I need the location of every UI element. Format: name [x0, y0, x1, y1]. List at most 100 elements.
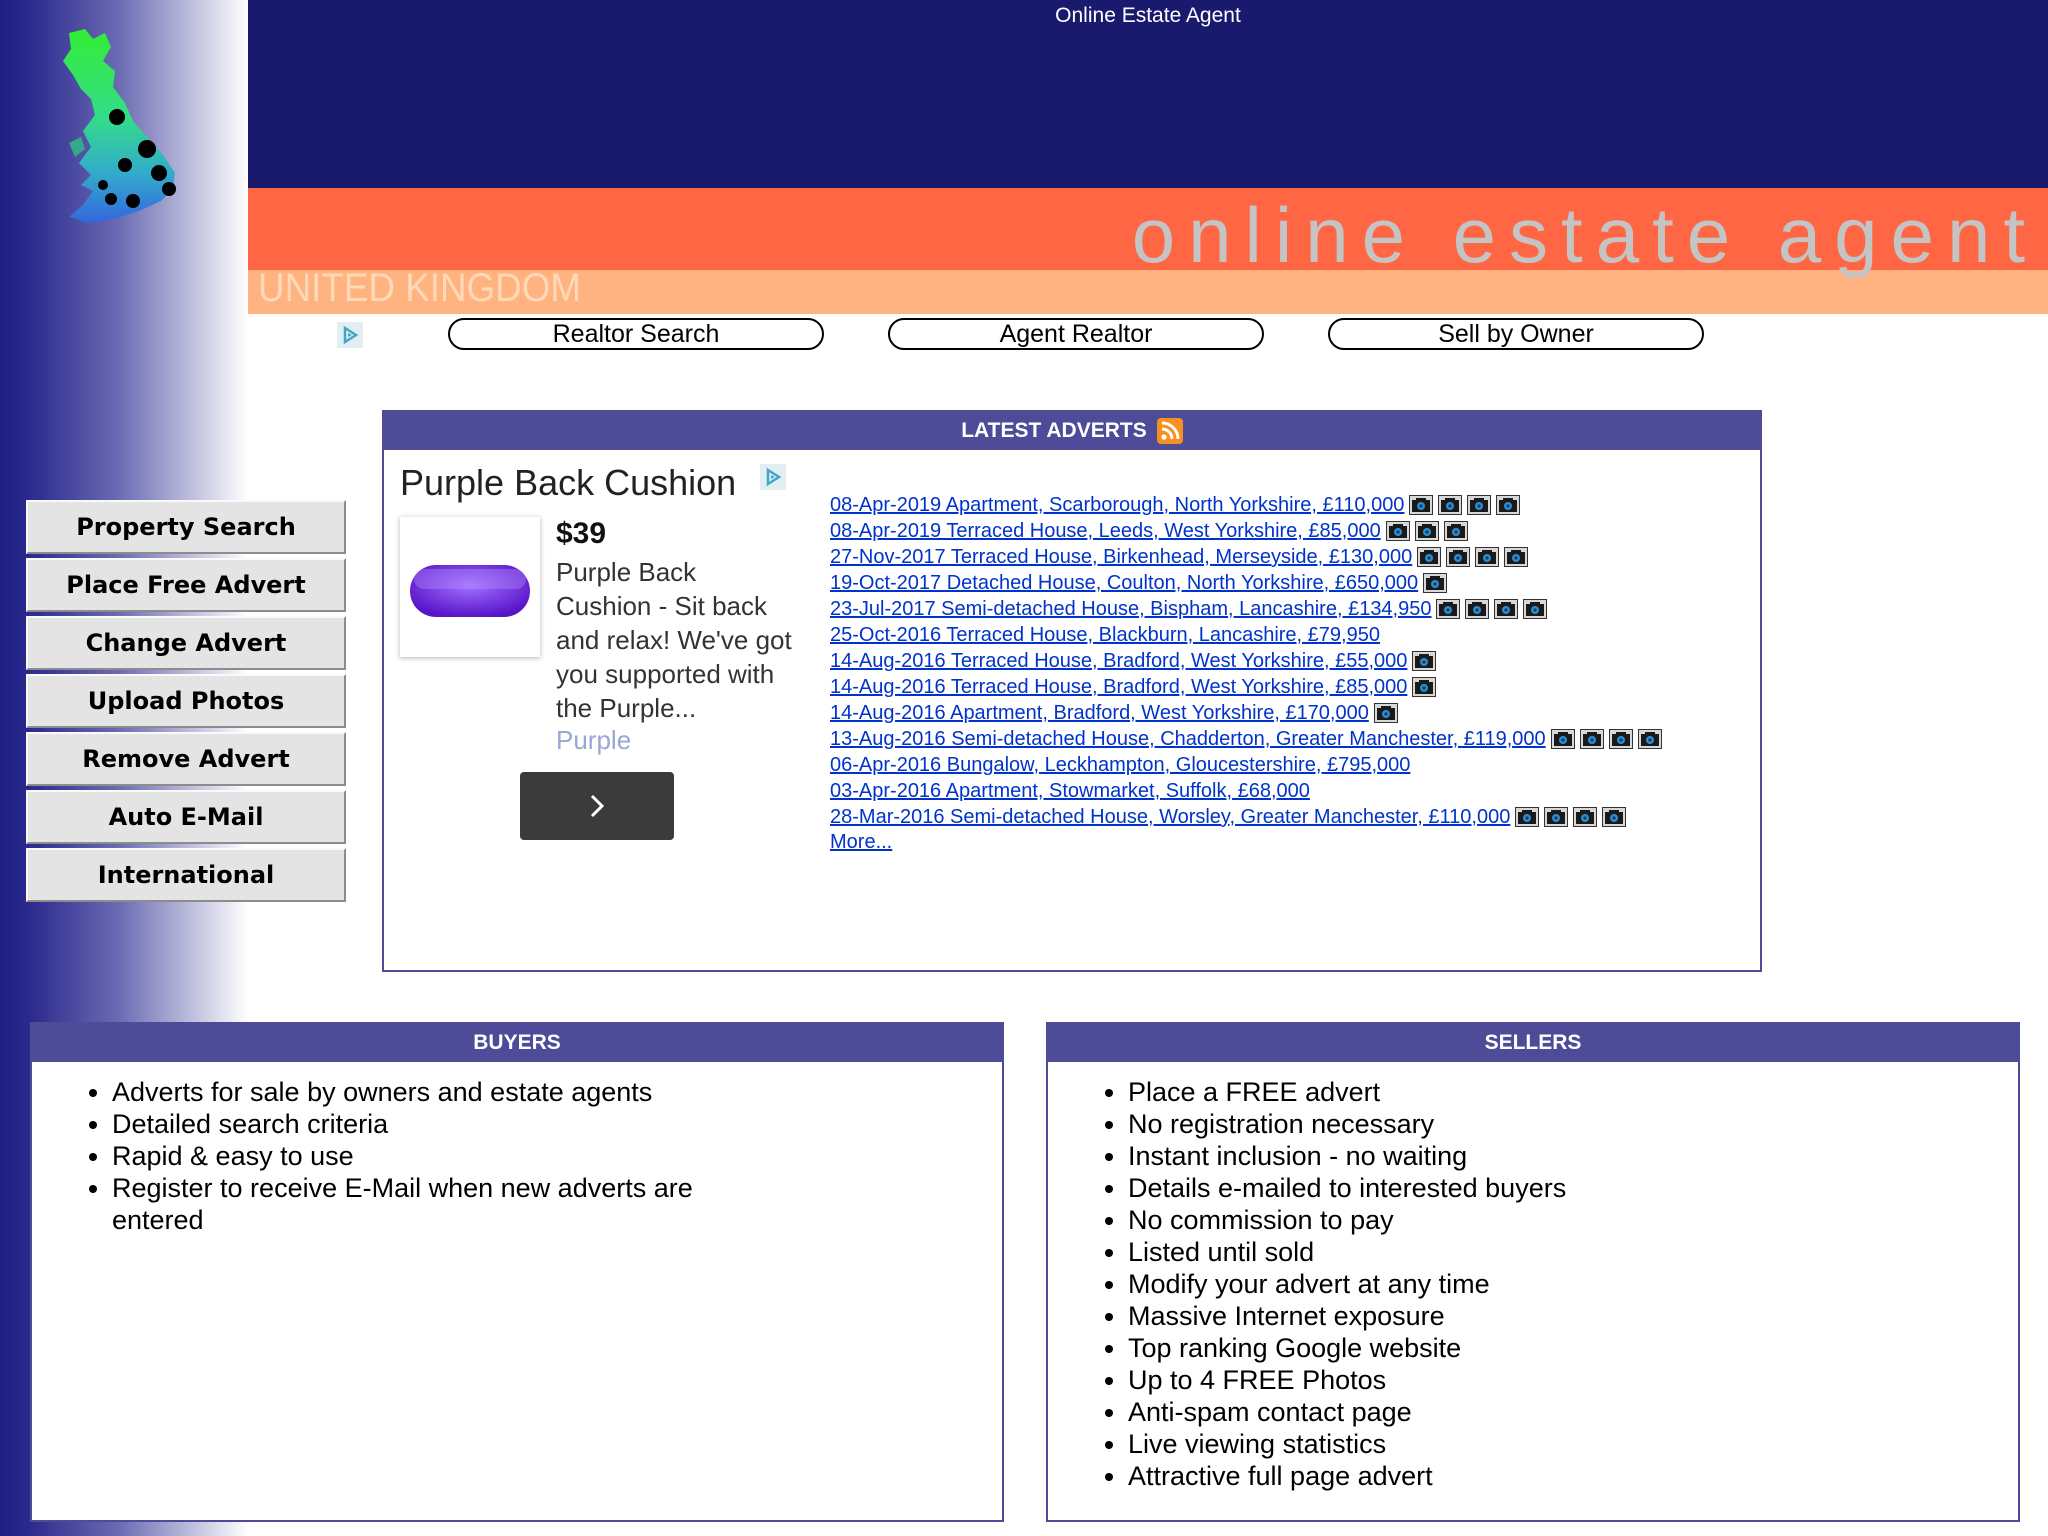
- list-item: Detailed search criteria: [112, 1108, 752, 1140]
- camera-icon[interactable]: [1443, 521, 1468, 541]
- realtor-search-link[interactable]: Realtor Search: [448, 318, 824, 350]
- camera-icon[interactable]: [1412, 677, 1437, 697]
- camera-icon[interactable]: [1438, 495, 1463, 515]
- camera-icon[interactable]: [1494, 599, 1519, 619]
- advert-link[interactable]: 14-Aug-2016 Terraced House, Bradford, We…: [830, 648, 1407, 674]
- adchoices-icon[interactable]: [760, 464, 786, 490]
- latest-adverts-header: LATEST ADVERTS: [384, 412, 1760, 450]
- sidebar-item-place-free-advert[interactable]: Place Free Advert: [26, 558, 346, 612]
- camera-icon[interactable]: [1573, 807, 1598, 827]
- more-adverts-link[interactable]: More...: [830, 831, 892, 853]
- advert-link[interactable]: 27-Nov-2017 Terraced House, Birkenhead, …: [830, 544, 1412, 570]
- advert-row: 13-Aug-2016 Semi-detached House, Chadder…: [830, 726, 1750, 752]
- list-item: Adverts for sale by owners and estate ag…: [112, 1076, 752, 1108]
- country-label: UNITED KINGDOM: [258, 266, 582, 310]
- advert-row: 08-Apr-2019 Terraced House, Leeds, West …: [830, 518, 1750, 544]
- advert-row: 14-Aug-2016 Terraced House, Bradford, We…: [830, 648, 1750, 674]
- camera-icon[interactable]: [1602, 807, 1627, 827]
- camera-icon[interactable]: [1412, 651, 1437, 671]
- camera-icon[interactable]: [1637, 729, 1662, 749]
- camera-icon[interactable]: [1467, 495, 1492, 515]
- advert-link[interactable]: 06-Apr-2016 Bungalow, Leckhampton, Glouc…: [830, 752, 1410, 778]
- buyers-list: Adverts for sale by owners and estate ag…: [32, 1076, 752, 1236]
- ad-brand[interactable]: Purple: [556, 725, 631, 756]
- advert-link[interactable]: 08-Apr-2019 Terraced House, Leeds, West …: [830, 518, 1381, 544]
- list-item: No registration necessary: [1128, 1108, 2018, 1140]
- camera-icon[interactable]: [1373, 703, 1398, 723]
- adchoices-icon[interactable]: [337, 322, 363, 348]
- list-item: Massive Internet exposure: [1128, 1300, 2018, 1332]
- list-item: Rapid & easy to use: [112, 1140, 752, 1172]
- advert-link[interactable]: 19-Oct-2017 Detached House, Coulton, Nor…: [830, 570, 1418, 596]
- ad-product-image[interactable]: [400, 517, 540, 657]
- sellers-heading: SELLERS: [1484, 1031, 1582, 1054]
- list-item: No commission to pay: [1128, 1204, 2018, 1236]
- list-item: Listed until sold: [1128, 1236, 2018, 1268]
- sidebar-item-international[interactable]: International: [26, 848, 346, 902]
- buyers-heading: BUYERS: [473, 1031, 561, 1054]
- advert-link[interactable]: 28-Mar-2016 Semi-detached House, Worsley…: [830, 804, 1510, 830]
- ad-description: Purple Back Cushion - Sit back and relax…: [556, 557, 792, 723]
- advert-link[interactable]: 03-Apr-2016 Apartment, Stowmarket, Suffo…: [830, 778, 1310, 804]
- camera-icon[interactable]: [1515, 807, 1540, 827]
- header-top-band: [248, 0, 2048, 188]
- sell-by-owner-link[interactable]: Sell by Owner: [1328, 318, 1704, 350]
- sidebar-item-property-search[interactable]: Property Search: [26, 500, 346, 554]
- camera-icon[interactable]: [1423, 573, 1448, 593]
- camera-icon[interactable]: [1475, 547, 1500, 567]
- ad-price: $39: [556, 517, 607, 550]
- agent-realtor-link[interactable]: Agent Realtor: [888, 318, 1264, 350]
- advert-row: 27-Nov-2017 Terraced House, Birkenhead, …: [830, 544, 1750, 570]
- uk-map-icon: [63, 29, 176, 223]
- sidebar-item-upload-photos[interactable]: Upload Photos: [26, 674, 346, 728]
- advert-row: 19-Oct-2017 Detached House, Coulton, Nor…: [830, 570, 1750, 596]
- camera-icon[interactable]: [1465, 599, 1490, 619]
- camera-icon[interactable]: [1504, 547, 1529, 567]
- advert-row: 23-Jul-2017 Semi-detached House, Bispham…: [830, 596, 1750, 622]
- latest-adverts-heading: LATEST ADVERTS: [961, 419, 1147, 442]
- camera-icon[interactable]: [1608, 729, 1633, 749]
- advert-link[interactable]: 08-Apr-2019 Apartment, Scarborough, Nort…: [830, 492, 1404, 518]
- sidebar-item-auto-email[interactable]: Auto E-Mail: [26, 790, 346, 844]
- list-item: Details e-mailed to interested buyers: [1128, 1172, 2018, 1204]
- advert-link[interactable]: 23-Jul-2017 Semi-detached House, Bispham…: [830, 596, 1431, 622]
- camera-icon[interactable]: [1544, 807, 1569, 827]
- advert-row: 14-Aug-2016 Terraced House, Bradford, We…: [830, 674, 1750, 700]
- latest-adverts-list: 08-Apr-2019 Apartment, Scarborough, Nort…: [830, 492, 1750, 854]
- sidebar-nav: Property Search Place Free Advert Change…: [26, 500, 346, 906]
- camera-icon[interactable]: [1446, 547, 1471, 567]
- advert-link[interactable]: 25-Oct-2016 Terraced House, Blackburn, L…: [830, 622, 1380, 648]
- advert-row: 06-Apr-2016 Bungalow, Leckhampton, Glouc…: [830, 752, 1750, 778]
- list-item: Modify your advert at any time: [1128, 1268, 2018, 1300]
- list-item: Top ranking Google website: [1128, 1332, 2018, 1364]
- rss-icon[interactable]: [1156, 418, 1183, 444]
- list-item: Instant inclusion - no waiting: [1128, 1140, 2018, 1172]
- ad-title[interactable]: Purple Back Cushion: [400, 462, 736, 504]
- camera-icon[interactable]: [1409, 495, 1434, 515]
- camera-icon[interactable]: [1414, 521, 1439, 541]
- buyers-panel: BUYERS Adverts for sale by owners and es…: [30, 1022, 1004, 1522]
- advert-link[interactable]: 14-Aug-2016 Apartment, Bradford, West Yo…: [830, 700, 1369, 726]
- site-title: Online Estate Agent: [1055, 4, 1241, 27]
- chevron-right-icon: [590, 794, 605, 818]
- ad-cta-button[interactable]: [520, 772, 674, 840]
- list-item: Attractive full page advert: [1128, 1460, 2018, 1492]
- advert-link[interactable]: 13-Aug-2016 Semi-detached House, Chadder…: [830, 726, 1546, 752]
- sellers-panel: SELLERS Place a FREE advert No registrat…: [1046, 1022, 2020, 1522]
- advert-row: 03-Apr-2016 Apartment, Stowmarket, Suffo…: [830, 778, 1750, 804]
- list-item: Place a FREE advert: [1128, 1076, 2018, 1108]
- advert-row: 25-Oct-2016 Terraced House, Blackburn, L…: [830, 622, 1750, 648]
- camera-icon[interactable]: [1436, 599, 1461, 619]
- camera-icon[interactable]: [1385, 521, 1410, 541]
- sellers-header: SELLERS: [1048, 1024, 2018, 1062]
- camera-icon[interactable]: [1579, 729, 1604, 749]
- list-item: Live viewing statistics: [1128, 1428, 2018, 1460]
- camera-icon[interactable]: [1523, 599, 1548, 619]
- sidebar-item-remove-advert[interactable]: Remove Advert: [26, 732, 346, 786]
- advert-link[interactable]: 14-Aug-2016 Terraced House, Bradford, We…: [830, 674, 1407, 700]
- camera-icon[interactable]: [1496, 495, 1521, 515]
- sidebar-item-change-advert[interactable]: Change Advert: [26, 616, 346, 670]
- camera-icon[interactable]: [1550, 729, 1575, 749]
- sellers-list: Place a FREE advert No registration nece…: [1048, 1076, 2018, 1492]
- camera-icon[interactable]: [1417, 547, 1442, 567]
